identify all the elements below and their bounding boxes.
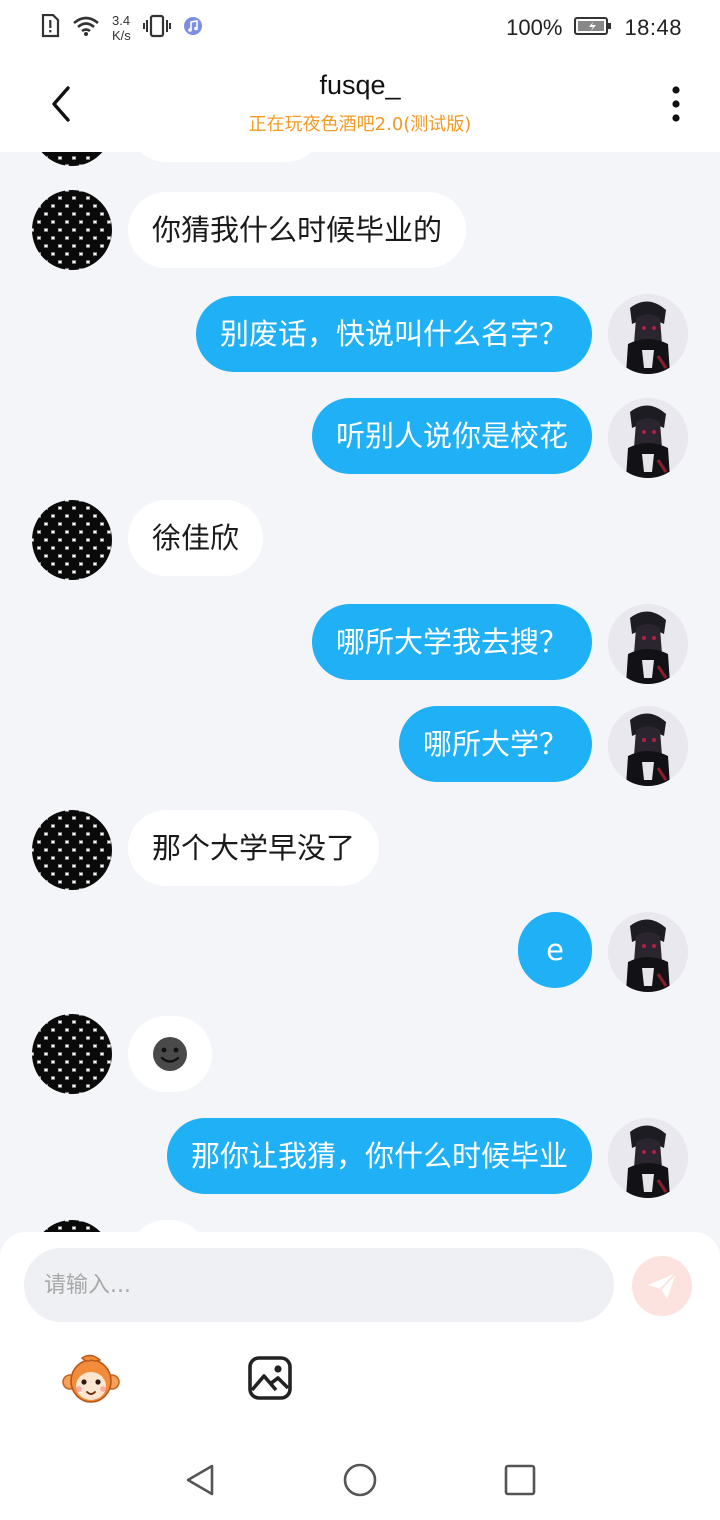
battery-percent: 100% (506, 15, 563, 40)
user-avatar[interactable] (608, 294, 688, 374)
message-row-partial-bottom (0, 1220, 720, 1232)
message-bubble-received[interactable]: 徐佳欣 (128, 500, 264, 576)
contact-avatar[interactable] (32, 152, 112, 166)
chat-header: fusqe_ 正在玩夜色酒吧2.0(测试版) (0, 56, 720, 152)
chat-title: fusqe_ (319, 70, 401, 100)
more-button[interactable] (662, 84, 690, 124)
anime-character-avatar-image (608, 1118, 688, 1198)
mesh-avatar-image (32, 152, 112, 166)
message-row (0, 1014, 720, 1094)
message-input[interactable] (24, 1248, 614, 1322)
nav-recent-apps-button[interactable] (502, 1462, 538, 1498)
message-bubble-received[interactable] (128, 1016, 212, 1092)
message-composer (0, 1232, 720, 1440)
message-bubble-sent[interactable]: 那你让我猜，你什么时候毕业 (166, 1118, 592, 1194)
mesh-avatar-image (32, 190, 112, 270)
battery-icon (574, 16, 612, 41)
message-bubble-sent[interactable]: e (518, 912, 592, 988)
sim-alert-icon (40, 13, 60, 43)
nav-home-button[interactable] (342, 1462, 378, 1498)
message-row: 那个大学早没了 (0, 810, 720, 890)
message-bubble-received[interactable]: 那个大学早没了 (128, 810, 380, 886)
anime-character-avatar-image (608, 706, 688, 786)
speed-value: 3.4 (112, 13, 131, 28)
smiling-face-icon (153, 1037, 187, 1071)
message-bubble-received[interactable]: 你猜我什么时候毕业的 (128, 192, 467, 268)
clock: 18:48 (624, 15, 682, 40)
message-bubble-sent[interactable]: 别废话，快说叫什么名字？ (195, 296, 592, 372)
message-bubble-sent[interactable]: 哪所大学？ (398, 706, 592, 782)
mesh-avatar-image (32, 810, 112, 890)
message-row-partial-top (0, 152, 720, 166)
status-bar: 3.4 K/s 100% 18:48 (0, 0, 720, 56)
speed-unit: K/s (112, 28, 131, 43)
music-app-icon (183, 16, 203, 41)
user-avatar[interactable] (608, 398, 688, 478)
message-row: 徐佳欣 (0, 500, 720, 580)
user-avatar[interactable] (608, 706, 688, 786)
emoji-button[interactable] (62, 1354, 120, 1406)
message-bubble-partial (128, 1220, 208, 1232)
chat-subtitle: 正在玩夜色酒吧2.0(测试版) (248, 114, 472, 135)
square-recents-icon (504, 1464, 536, 1496)
message-bubble-partial (128, 152, 324, 162)
message-row: e (0, 912, 720, 992)
user-avatar[interactable] (608, 912, 688, 992)
contact-avatar[interactable] (32, 500, 112, 580)
image-button[interactable] (246, 1354, 294, 1402)
anime-character-avatar-image (608, 398, 688, 478)
nav-back-button[interactable] (182, 1462, 218, 1498)
message-bubble-sent[interactable]: 哪所大学我去搜？ (311, 604, 592, 680)
wifi-icon (72, 15, 100, 42)
contact-avatar[interactable] (32, 810, 112, 890)
message-row: 听别人说你是校花 (0, 398, 720, 478)
anime-character-avatar-image (608, 912, 688, 992)
monkey-emoji-icon (62, 1354, 120, 1403)
chat-message-list[interactable]: 你猜我什么时候毕业的 别废话，快说叫什么名字？ 听别人说你是校花 徐佳欣 哪所大… (0, 152, 720, 1232)
anime-character-avatar-image (608, 604, 688, 684)
circle-home-icon (343, 1463, 377, 1497)
triangle-back-icon (186, 1464, 214, 1496)
mesh-avatar-image (32, 1220, 112, 1232)
system-navigation-bar (0, 1440, 720, 1520)
anime-character-avatar-image (608, 294, 688, 374)
message-row: 哪所大学？ (0, 706, 720, 786)
message-row: 别废话，快说叫什么名字？ (0, 294, 720, 374)
message-row: 那你让我猜，你什么时候毕业 (0, 1118, 720, 1198)
contact-avatar[interactable] (32, 190, 112, 270)
paper-plane-icon (648, 1272, 677, 1299)
send-button[interactable] (632, 1256, 692, 1316)
message-row: 你猜我什么时候毕业的 (0, 190, 720, 270)
vibrate-icon (142, 14, 171, 43)
user-avatar[interactable] (608, 604, 688, 684)
message-row: 哪所大学我去搜？ (0, 604, 720, 684)
user-avatar[interactable] (608, 1118, 688, 1198)
contact-avatar[interactable] (32, 1220, 112, 1232)
message-bubble-sent[interactable]: 听别人说你是校花 (311, 398, 592, 474)
contact-avatar[interactable] (32, 1014, 112, 1094)
image-icon (248, 1356, 292, 1400)
mesh-avatar-image (32, 1014, 112, 1094)
network-speed: 3.4 K/s (112, 13, 131, 43)
more-vertical-icon (672, 86, 680, 122)
mesh-avatar-image (32, 500, 112, 580)
